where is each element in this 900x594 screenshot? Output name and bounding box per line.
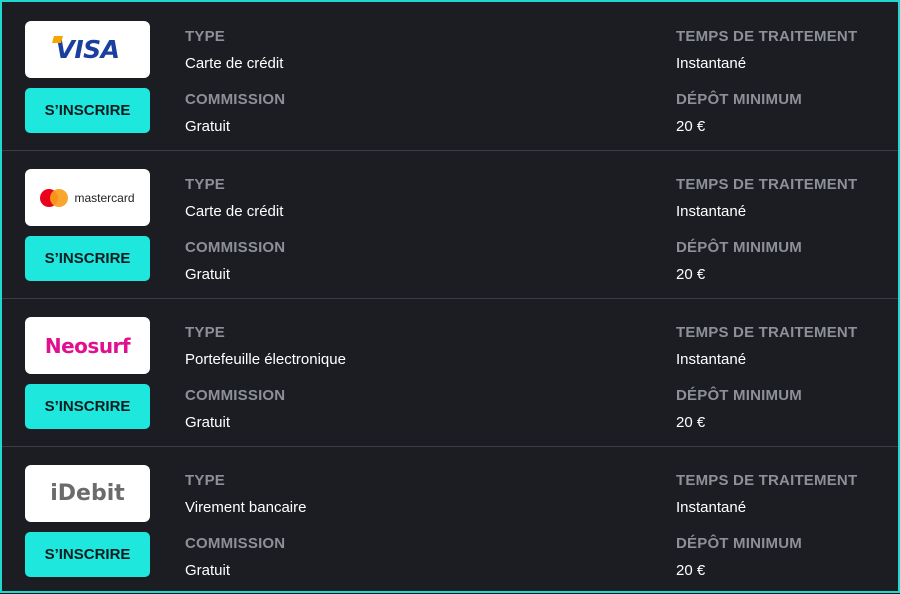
commission-label: COMMISSION: [185, 91, 286, 108]
payment-method-row-visa: VISA S’INSCRIRE TYPE Carte de crédit COM…: [2, 2, 898, 150]
min-deposit-value: 20 €: [676, 562, 706, 579]
commission-label: COMMISSION: [185, 239, 286, 256]
commission-value: Gratuit: [185, 562, 231, 579]
signup-button[interactable]: S’INSCRIRE: [25, 236, 150, 281]
mastercard-circles-icon: [40, 188, 69, 207]
payment-method-row-idebit: iDebit S’INSCRIRE TYPE Virement bancaire…: [2, 446, 898, 594]
type-label: TYPE: [185, 176, 225, 193]
type-value: Carte de crédit: [185, 203, 284, 220]
processing-time-value: Instantané: [676, 55, 747, 72]
type-value: Virement bancaire: [185, 499, 307, 516]
min-deposit-label: DÉPÔT MINIMUM: [676, 91, 802, 108]
type-value: Carte de crédit: [185, 55, 284, 72]
processing-time-label: TEMPS DE TRAITEMENT: [676, 28, 858, 45]
signup-button[interactable]: S’INSCRIRE: [25, 384, 150, 429]
idebit-logo: iDebit: [25, 465, 150, 522]
processing-time-label: TEMPS DE TRAITEMENT: [676, 324, 858, 341]
min-deposit-label: DÉPÔT MINIMUM: [676, 239, 802, 256]
commission-value: Gratuit: [185, 118, 231, 135]
signup-button[interactable]: S’INSCRIRE: [25, 88, 150, 133]
mastercard-logo: mastercard: [25, 169, 150, 226]
payment-methods-panel: VISA S’INSCRIRE TYPE Carte de crédit COM…: [0, 0, 900, 593]
type-label: TYPE: [185, 472, 225, 489]
min-deposit-value: 20 €: [676, 118, 706, 135]
min-deposit-value: 20 €: [676, 266, 706, 283]
payment-method-row-neosurf: Neosurf S’INSCRIRE TYPE Portefeuille éle…: [2, 298, 898, 446]
processing-time-value: Instantané: [676, 499, 747, 516]
neosurf-logo: Neosurf: [25, 317, 150, 374]
commission-label: COMMISSION: [185, 387, 286, 404]
commission-label: COMMISSION: [185, 535, 286, 552]
processing-time-value: Instantané: [676, 203, 747, 220]
min-deposit-label: DÉPÔT MINIMUM: [676, 535, 802, 552]
visa-logo: VISA: [25, 21, 150, 78]
type-value: Portefeuille électronique: [185, 351, 346, 368]
min-deposit-value: 20 €: [676, 414, 706, 431]
processing-time-label: TEMPS DE TRAITEMENT: [676, 176, 858, 193]
commission-value: Gratuit: [185, 266, 231, 283]
commission-value: Gratuit: [185, 414, 231, 431]
type-label: TYPE: [185, 28, 225, 45]
type-label: TYPE: [185, 324, 225, 341]
min-deposit-label: DÉPÔT MINIMUM: [676, 387, 802, 404]
payment-method-row-mastercard: mastercard S’INSCRIRE TYPE Carte de créd…: [2, 150, 898, 298]
signup-button[interactable]: S’INSCRIRE: [25, 532, 150, 577]
processing-time-value: Instantané: [676, 351, 747, 368]
processing-time-label: TEMPS DE TRAITEMENT: [676, 472, 858, 489]
